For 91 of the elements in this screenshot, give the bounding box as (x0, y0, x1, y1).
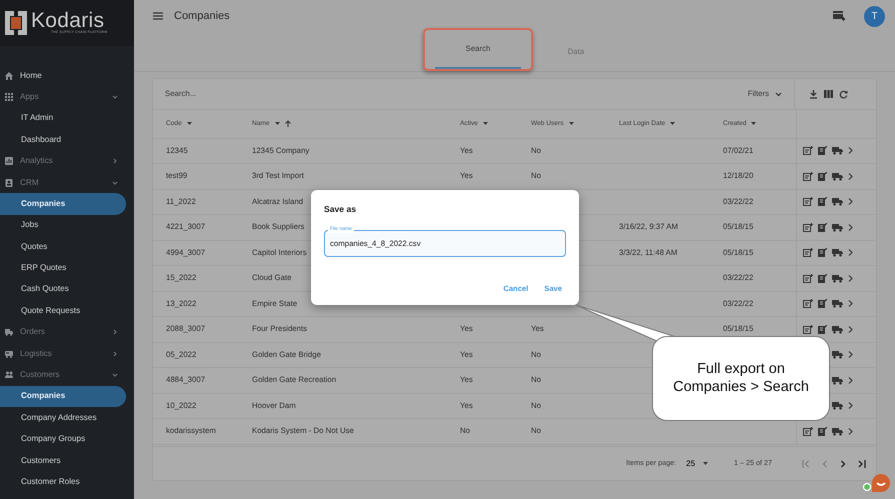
sidebar-item[interactable]: Dashboard (0, 129, 126, 151)
note-add-icon[interactable] (802, 172, 812, 181)
chevron-right-icon[interactable] (848, 172, 852, 180)
truck-icon[interactable] (832, 146, 842, 156)
note-edit-icon[interactable] (818, 146, 826, 156)
note-add-icon[interactable] (802, 197, 812, 206)
callout-text: Full export on Companies > Search (672, 361, 810, 396)
download-icon[interactable] (809, 90, 818, 98)
truck-icon[interactable] (832, 299, 842, 308)
note-edit-icon[interactable] (818, 426, 826, 436)
truck-icon[interactable] (832, 324, 842, 334)
chevron-right-icon[interactable] (848, 428, 852, 435)
user-avatar[interactable]: T (864, 6, 885, 26)
truck-icon[interactable] (832, 350, 842, 360)
columns-icon[interactable] (824, 90, 833, 98)
truck-icon[interactable] (832, 426, 842, 436)
chart-icon (5, 157, 13, 166)
logo-icon (5, 11, 27, 35)
sort-caret-icon[interactable] (186, 122, 192, 126)
sidebar-item[interactable]: IT Admin (0, 108, 126, 130)
note-edit-icon[interactable] (818, 222, 826, 232)
sort-caret-icon[interactable] (482, 122, 488, 126)
sort-caret-icon[interactable] (274, 122, 280, 126)
sidebar-item[interactable]: Home (0, 65, 126, 86)
truck-icon[interactable] (832, 248, 842, 258)
home-icon (5, 72, 13, 80)
note-edit-icon[interactable] (818, 197, 826, 206)
sidebar-item[interactable]: Logistics (0, 343, 126, 364)
truck-icon[interactable] (832, 401, 842, 410)
note-edit-icon[interactable] (818, 299, 826, 308)
chevron-right-icon[interactable] (848, 249, 852, 256)
logo-text: Kodaris (31, 10, 104, 32)
refresh-icon[interactable] (839, 90, 848, 98)
sidebar-item[interactable]: Company Groups (0, 428, 126, 450)
chevron-right-icon[interactable] (848, 326, 852, 333)
chevron-right-icon[interactable] (848, 147, 852, 154)
note-add-icon[interactable] (802, 248, 812, 258)
sidebar-item[interactable]: CRM (0, 172, 126, 194)
truck-icon (5, 328, 13, 336)
next-page-icon[interactable] (840, 460, 846, 468)
chevron-right-icon[interactable] (848, 402, 852, 410)
note-add-icon[interactable] (802, 274, 812, 283)
store-icon[interactable] (833, 10, 845, 22)
truck-icon[interactable] (832, 222, 842, 232)
sidebar-item[interactable]: Customers (0, 450, 126, 472)
note-add-icon[interactable] (802, 222, 812, 232)
chevron-down-icon (775, 92, 782, 96)
note-edit-icon[interactable] (818, 274, 826, 283)
people-icon (5, 371, 13, 380)
chevron-right-icon[interactable] (848, 224, 852, 231)
chevron-right-icon[interactable] (848, 198, 852, 206)
sidebar-item[interactable]: Apps (0, 86, 126, 108)
last-page-icon[interactable] (858, 460, 866, 468)
vehicle-icon (5, 350, 13, 358)
note-add-icon[interactable] (802, 426, 812, 436)
truck-icon[interactable] (832, 172, 842, 181)
note-edit-icon[interactable] (818, 248, 826, 258)
chevron-right-icon[interactable] (848, 376, 852, 384)
sidebar-item[interactable]: Orders (0, 322, 126, 344)
sort-caret-icon[interactable] (568, 122, 574, 126)
dialog-title: Save as (324, 203, 358, 216)
note-edit-icon[interactable] (818, 324, 826, 334)
dropdown-caret-icon (703, 462, 708, 465)
chevron-right-icon[interactable] (848, 351, 852, 358)
chevron-right-icon[interactable] (848, 274, 852, 282)
sidebar-item[interactable]: Jobs (0, 214, 126, 236)
sidebar-item[interactable]: Companies (0, 386, 126, 408)
sidebar-item[interactable]: Quotes (0, 236, 126, 258)
sidebar-item[interactable]: Customer Roles (0, 471, 126, 493)
grid-icon (5, 93, 13, 102)
note-add-icon[interactable] (802, 146, 812, 156)
sidebar-item[interactable]: Customers (0, 364, 126, 386)
page-title: Companies (174, 8, 230, 24)
sort-caret-icon[interactable] (751, 122, 756, 126)
sidebar-item[interactable]: ERP Quotes (0, 258, 126, 279)
page-size-select[interactable]: 25 (686, 458, 708, 470)
sidebar-item[interactable]: Quote Requests (0, 300, 126, 322)
truck-icon[interactable] (832, 376, 842, 385)
truck-icon[interactable] (832, 197, 842, 206)
chevron-right-icon[interactable] (848, 300, 852, 308)
sidebar-item[interactable]: Analytics (0, 150, 126, 172)
menu-icon[interactable] (153, 12, 163, 20)
sidebar-item[interactable]: Companies (0, 193, 126, 215)
sidebar-item[interactable]: Cash Quotes (0, 278, 126, 300)
truck-icon[interactable] (832, 274, 842, 283)
note-edit-icon[interactable] (818, 172, 826, 181)
sort-caret-icon[interactable] (670, 122, 676, 126)
sidebar-item[interactable]: Company Addresses (0, 407, 126, 429)
note-add-icon[interactable] (802, 299, 812, 308)
contact-card-icon (5, 178, 13, 187)
note-add-icon[interactable] (802, 324, 812, 334)
